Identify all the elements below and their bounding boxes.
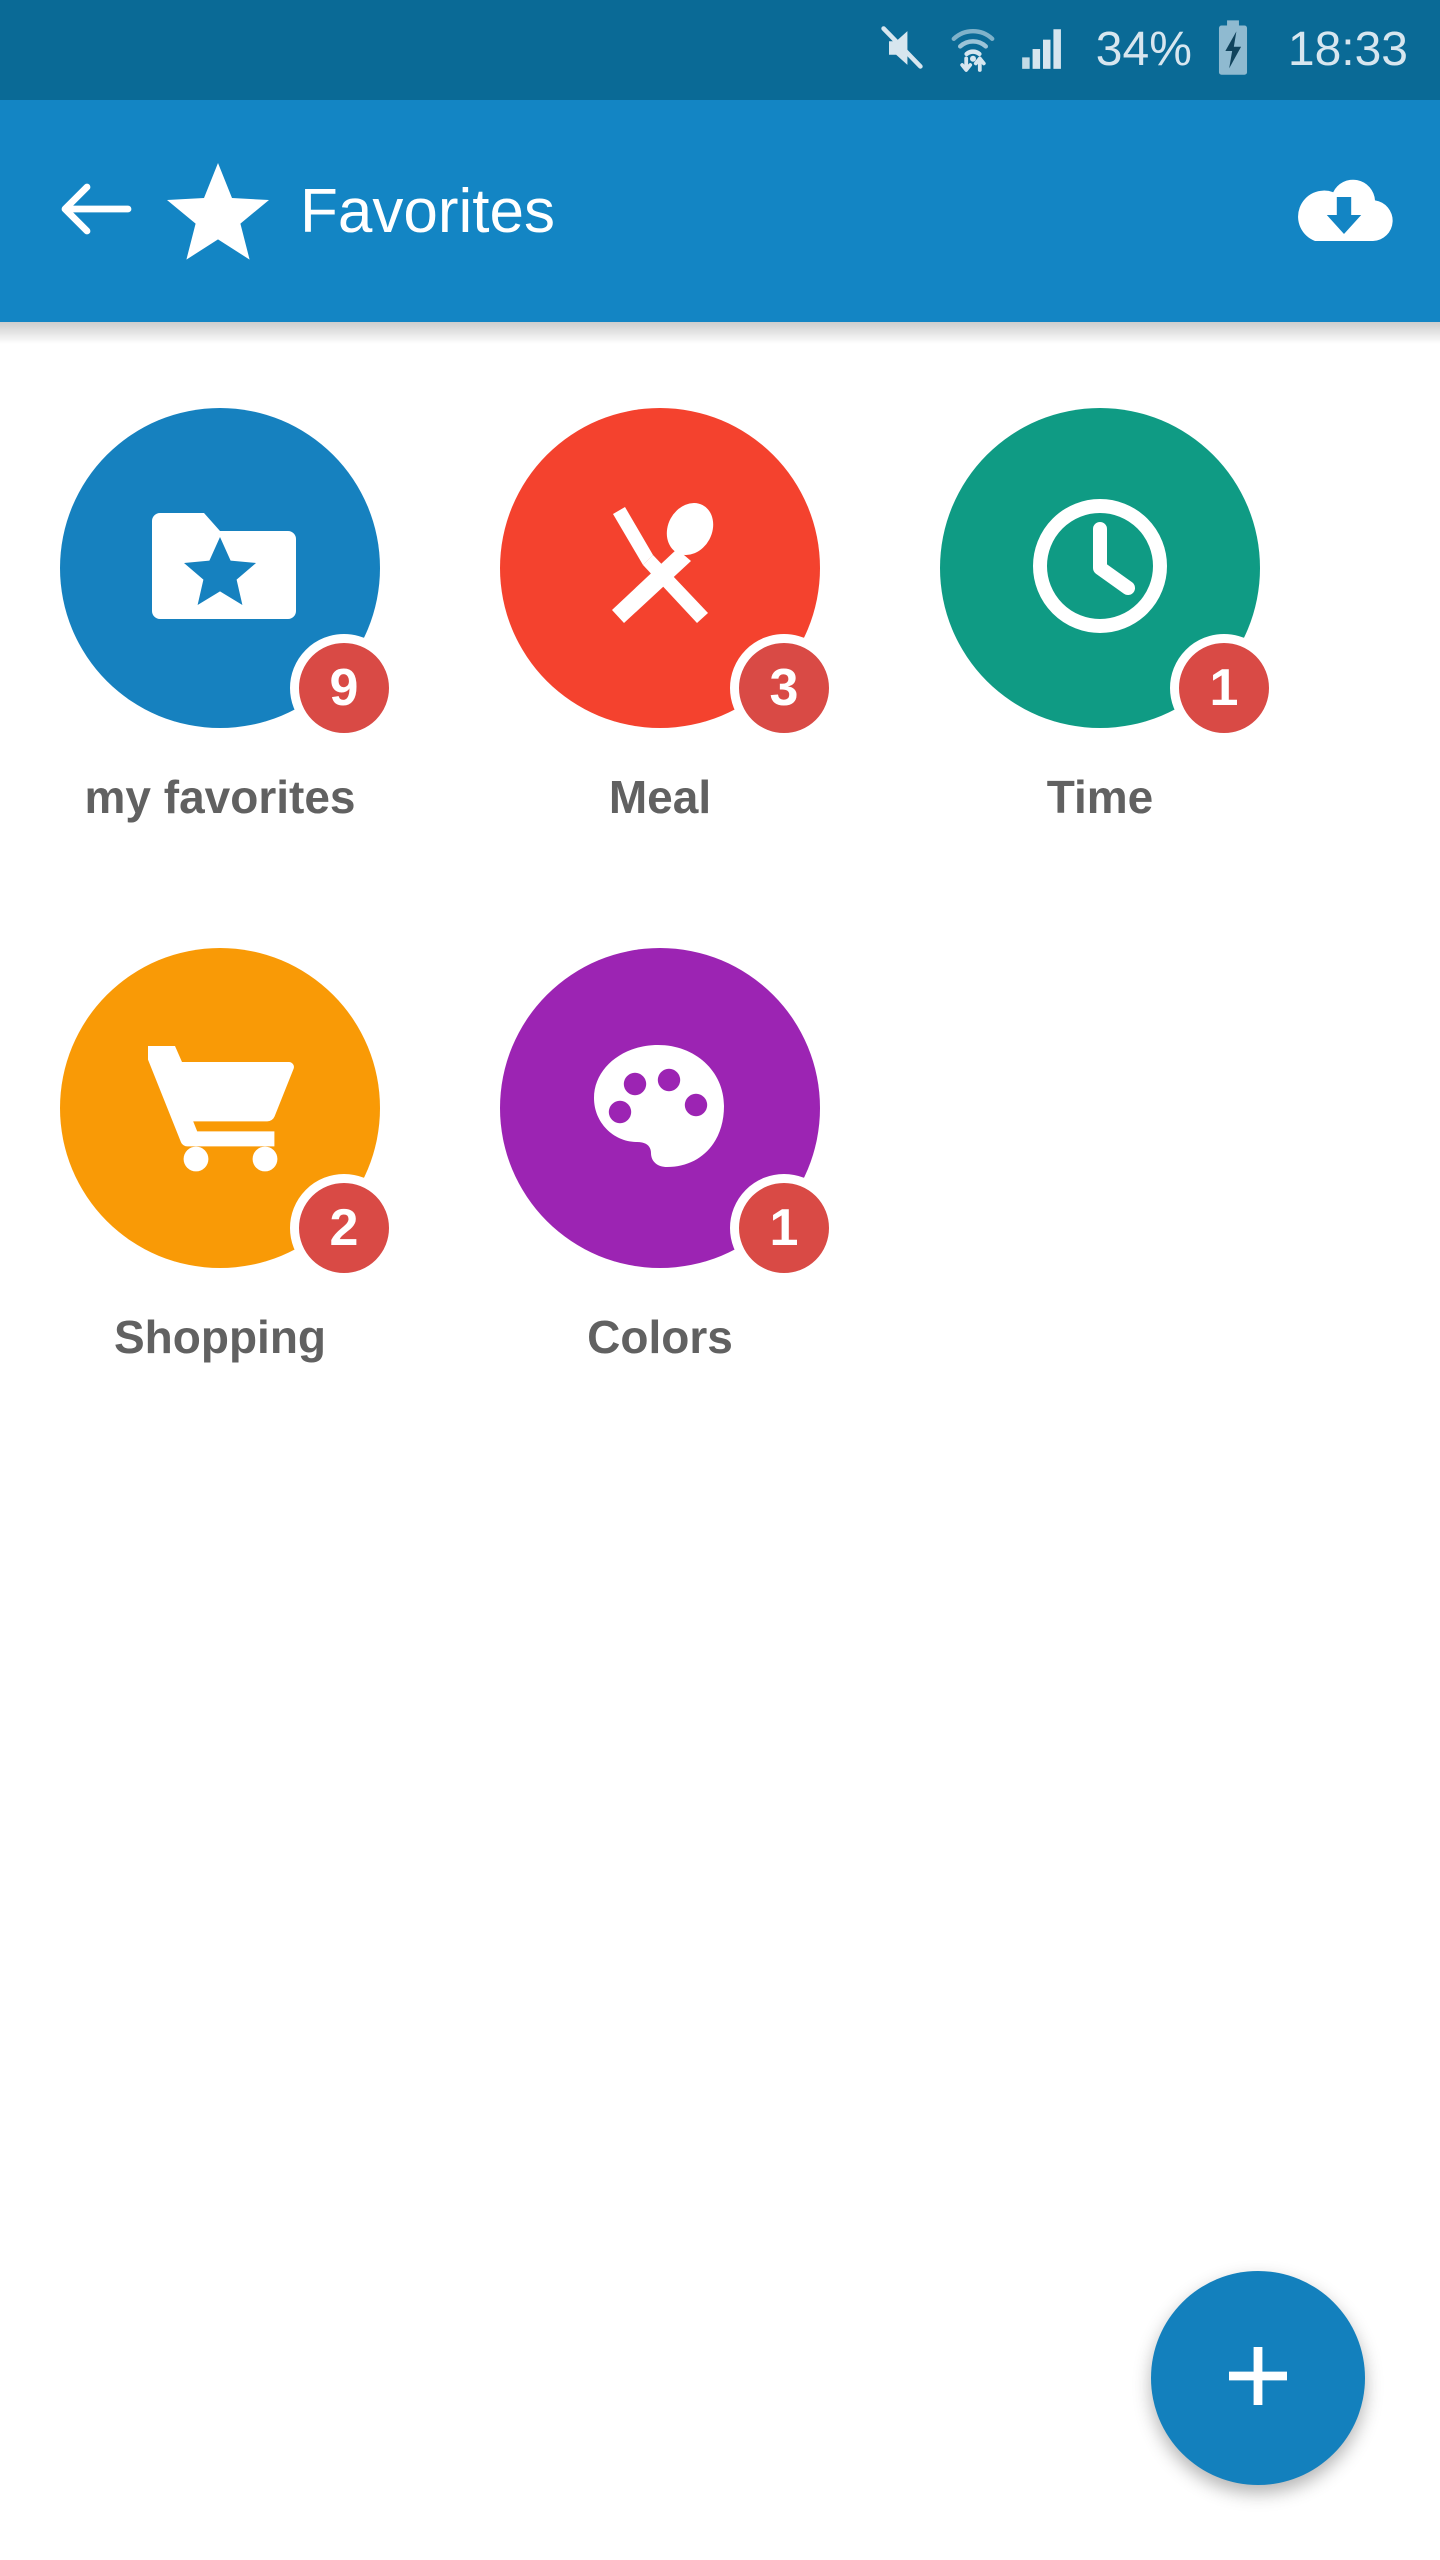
status-bar: 34% 18:33 xyxy=(0,0,1440,100)
star-icon xyxy=(166,161,270,261)
shopping-cart-icon xyxy=(144,1040,296,1177)
status-bar-icons: 34% 18:33 xyxy=(876,19,1408,81)
grid-item-label: my favorites xyxy=(84,771,356,823)
add-floating-action-button[interactable] xyxy=(1151,2271,1365,2485)
cutlery-icon xyxy=(592,498,728,639)
grid-item-label: Time xyxy=(1046,771,1154,823)
cellular-signal-icon xyxy=(1018,23,1068,78)
grid-item-meal[interactable]: 3 Meal xyxy=(440,408,880,948)
palette-icon xyxy=(592,1043,728,1174)
page-title: Favorites xyxy=(300,176,555,246)
download-button[interactable] xyxy=(1284,151,1404,271)
app-bar: Favorites xyxy=(0,100,1440,322)
back-arrow-icon xyxy=(60,178,132,245)
badge-count: 1 xyxy=(1170,634,1278,742)
icon-badge-wrapper: 3 xyxy=(500,408,838,742)
grid-item-my-favorites[interactable]: 9 my favorites xyxy=(0,408,440,948)
badge-count: 2 xyxy=(290,1174,398,1282)
app-bar-shadow xyxy=(0,322,1440,344)
grid-item-time[interactable]: 1 Time xyxy=(880,408,1320,948)
folder-star-icon xyxy=(144,505,296,632)
grid-item-shopping[interactable]: 2 Shopping xyxy=(0,948,440,1488)
badge-count: 3 xyxy=(730,634,838,742)
clock-icon xyxy=(1028,494,1172,643)
icon-badge-wrapper: 1 xyxy=(500,948,838,1282)
badge-count: 1 xyxy=(730,1174,838,1282)
icon-badge-wrapper: 9 xyxy=(60,408,398,742)
wifi-transfer-icon xyxy=(948,22,998,79)
icon-badge-wrapper: 2 xyxy=(60,948,398,1282)
grid-item-label: Shopping xyxy=(113,1311,327,1363)
back-button[interactable] xyxy=(38,153,154,269)
plus-icon xyxy=(1223,2341,1293,2416)
icon-badge-wrapper: 1 xyxy=(940,408,1278,742)
grid-item-label: Meal xyxy=(608,771,712,823)
battery-charging-icon xyxy=(1216,19,1250,81)
battery-percent-label: 34% xyxy=(1095,23,1192,76)
grid-item-label: Colors xyxy=(587,1311,733,1363)
mute-icon xyxy=(876,22,928,79)
favorites-grid: 9 my favorites 3 Meal 1 Time 2 Shopping … xyxy=(0,344,1440,1488)
grid-item-colors[interactable]: 1 Colors xyxy=(440,948,880,1488)
app-screen: 34% 18:33 Favorites 9 my favorites 3 Mea… xyxy=(0,0,1440,2560)
badge-count: 9 xyxy=(290,634,398,742)
cloud-download-icon xyxy=(1294,170,1394,253)
clock-label: 18:33 xyxy=(1287,23,1408,76)
